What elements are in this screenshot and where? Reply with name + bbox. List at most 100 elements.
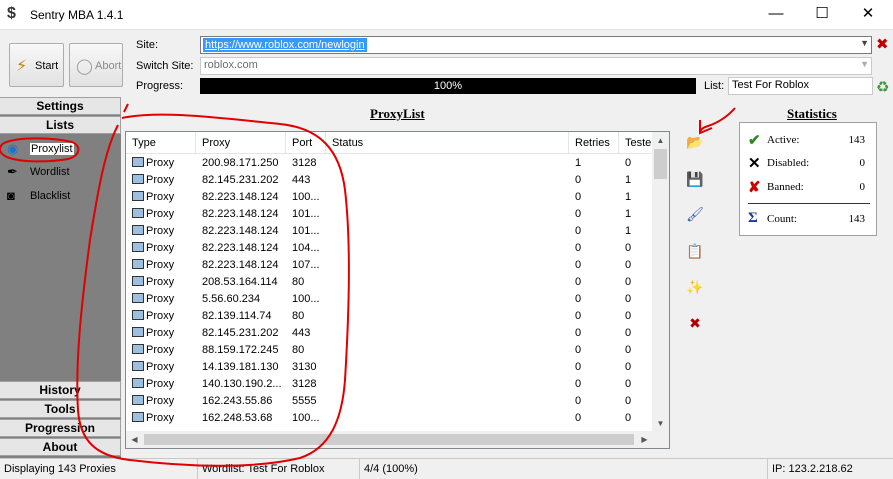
stat-value: 0 [859,157,866,169]
sentry-logo-icon: $ [7,5,16,22]
cell-proxy-text: 82.223.148.124 [202,191,279,203]
cell-status [326,274,569,291]
table-row[interactable]: Proxy 82.223.148.124 107... 0 0 [126,257,653,274]
chevron-down-icon[interactable]: ▼ [860,38,869,48]
maximize-button[interactable]: ☐ [799,0,845,30]
list-combobox[interactable]: Test For Roblox [728,77,873,95]
table-row[interactable]: Proxy 82.223.148.124 101... 0 1 [126,206,653,223]
table-row[interactable]: Proxy 14.139.181.130 3130 0 0 [126,359,653,376]
save-icon[interactable]: 💾 [684,168,706,190]
switch-site-combobox[interactable]: roblox.com ▼ [200,57,872,75]
cell-retries: 0 [569,189,619,206]
cell-type-text: Proxy [146,174,175,186]
cell-retries-text: 1 [575,157,582,169]
vertical-scrollbar[interactable]: ▲ ▼ [652,132,669,432]
cell-tested-text: 0 [625,157,632,169]
computer-icon [132,412,144,422]
nav-lists[interactable]: Lists [0,116,121,134]
start-button-label: Start [35,60,59,72]
scroll-thumb[interactable] [654,149,667,179]
cell-tested: 0 [619,410,653,427]
cell-retries: 1 [569,155,619,172]
nav-progression[interactable]: Progression [0,419,121,437]
abort-button[interactable]: ◯ Abort [69,43,123,87]
sidebar-item-wordlist[interactable]: ✒ Wordlist [0,161,121,183]
abort-button-label: Abort [95,60,122,72]
column-header-retries[interactable]: Retries [569,132,619,154]
delete-x-icon[interactable]: ✖ [684,312,706,334]
cell-status [326,223,569,240]
table-row[interactable]: Proxy 82.145.231.202 443 0 1 [126,172,653,189]
minimize-button[interactable]: — [753,0,799,30]
lightning-icon: ⚡ [16,58,28,75]
start-button[interactable]: ⚡ Start [9,43,64,87]
open-folder-icon[interactable]: 📂 [684,131,706,153]
cell-status [326,206,569,223]
paste-clipboard-icon[interactable]: 📋 [684,240,706,262]
cell-retries-text: 0 [575,191,582,203]
table-row[interactable]: Proxy 82.223.148.124 100... 0 1 [126,189,653,206]
site-combobox[interactable]: https://www.roblox.com/newlogin ▼ [200,36,872,54]
refresh-icon[interactable]: ♻ [876,78,889,96]
chevron-down-icon[interactable]: ▼ [860,59,869,69]
sidebar-item-proxylist[interactable]: ◉ Proxylist [0,138,121,160]
cell-tested-text: 0 [625,259,632,271]
scroll-right-icon[interactable]: ▶ [636,431,653,448]
cell-port: 3128 [286,376,326,393]
cell-type-text: Proxy [146,310,175,322]
table-row[interactable]: Proxy 208.53.164.114 80 0 0 [126,274,653,291]
table-row[interactable]: Proxy 140.130.190.2... 3128 0 0 [126,376,653,393]
nav-about[interactable]: About [0,438,121,456]
nav-settings[interactable]: Settings [0,97,121,115]
table-row[interactable]: Proxy 82.139.114.74 80 0 0 [126,308,653,325]
cell-port-text: 107... [292,259,320,271]
status-bar: Displaying 143 Proxies Wordlist: Test Fo… [0,458,893,479]
table-row[interactable]: Proxy 82.145.231.202 443 0 0 [126,325,653,342]
table-row[interactable]: Proxy 162.243.55.86 5555 0 0 [126,393,653,410]
progress-text: 100% [433,80,463,92]
column-header-tested[interactable]: Teste [619,132,653,154]
scroll-up-icon[interactable]: ▲ [652,132,669,149]
magic-wand-icon[interactable]: ✨ [684,276,706,298]
hscroll-thumb[interactable] [144,434,634,445]
stat-active: ✔ Active: 143 [740,131,878,149]
table-row[interactable]: Proxy 162.248.53.68 100... 0 0 [126,410,653,427]
clean-brush-icon[interactable]: 🖌 [684,203,706,225]
cell-port-text: 443 [292,327,311,339]
cell-port: 100... [286,291,326,308]
cell-status [326,410,569,427]
table-row[interactable]: Proxy 88.159.172.245 80 0 0 [126,342,653,359]
cell-status [326,257,569,274]
cell-port-text: 443 [292,174,311,186]
cell-type-text: Proxy [146,157,175,169]
horizontal-scrollbar[interactable]: ◀ ▶ [126,431,653,448]
column-header-status[interactable]: Status [326,132,569,154]
cell-proxy: 162.248.53.68 [196,410,286,427]
column-header-proxy[interactable]: Proxy [196,132,286,154]
cell-retries-text: 0 [575,276,582,288]
cell-proxy: 200.98.171.250 [196,155,286,172]
annotation-tick [123,103,129,113]
scroll-left-icon[interactable]: ◀ [126,431,143,448]
table-row[interactable]: Proxy 82.223.148.124 104... 0 0 [126,240,653,257]
site-input-value[interactable]: https://www.roblox.com/newlogin [203,38,367,52]
nav-history[interactable]: History [0,381,121,399]
table-row[interactable]: Proxy 5.56.60.234 100... 0 0 [126,291,653,308]
table-row[interactable]: Proxy 200.98.171.250 3128 1 0 [126,155,653,172]
cell-type: Proxy [126,223,196,240]
proxy-table[interactable]: Type Proxy Port Status Retries Teste Pro… [125,131,670,449]
column-header-type[interactable]: Type [126,132,196,154]
switch-site-label: Switch Site: [136,60,194,72]
table-row[interactable]: Proxy 82.223.148.124 101... 0 1 [126,223,653,240]
column-header-port[interactable]: Port [286,132,326,154]
clear-site-icon[interactable]: ✖ [876,37,889,52]
scroll-down-icon[interactable]: ▼ [652,415,669,432]
cell-proxy-text: 200.98.171.250 [202,157,279,169]
cell-type: Proxy [126,155,196,172]
cell-tested-text: 0 [625,361,632,373]
sidebar-item-blacklist[interactable]: ◙ Blacklist [0,185,121,207]
stat-value: 0 [859,181,866,193]
nav-tools[interactable]: Tools [0,400,121,418]
cross-red-icon: ✘ [748,180,761,196]
close-button[interactable]: ✕ [845,0,891,30]
